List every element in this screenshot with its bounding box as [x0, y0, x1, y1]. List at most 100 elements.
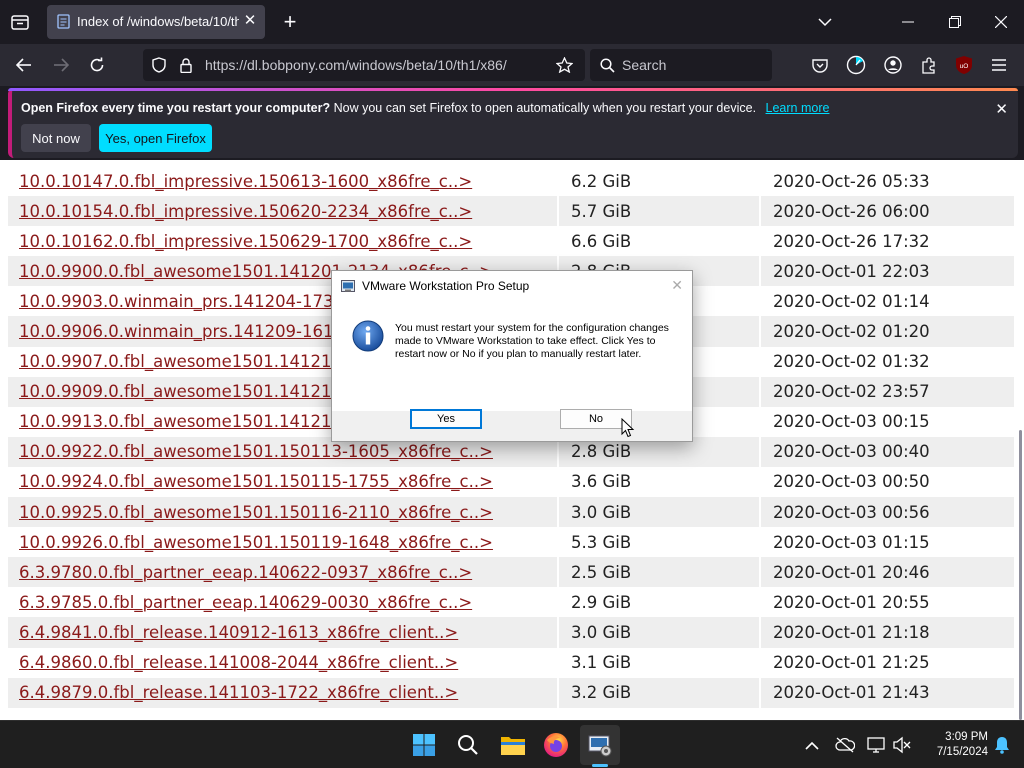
- volume-muted-icon[interactable]: [886, 729, 918, 761]
- cloud-offline-icon[interactable]: [829, 729, 861, 761]
- learn-more-link[interactable]: Learn more: [766, 101, 830, 115]
- system-clock[interactable]: 3:09 PM 7/15/2024: [918, 730, 988, 760]
- back-icon[interactable]: [13, 55, 35, 75]
- vmware-setup-icon: [341, 280, 355, 292]
- svg-text:uO: uO: [960, 63, 969, 70]
- file-link[interactable]: 10.0.10162.0.fbl_impressive.150629-1700_…: [19, 232, 472, 251]
- file-link[interactable]: 10.0.10154.0.fbl_impressive.150620-2234_…: [19, 202, 472, 221]
- search-placeholder: Search: [622, 57, 667, 73]
- shield-icon[interactable]: [151, 57, 167, 73]
- file-name-cell: 10.0.10147.0.fbl_impressive.150613-1600_…: [8, 166, 558, 196]
- file-date-cell: 2020-Oct-03 01:15: [759, 527, 1014, 558]
- table-row: 10.0.10162.0.fbl_impressive.150629-1700_…: [8, 226, 1014, 257]
- minimize-icon[interactable]: [898, 12, 918, 32]
- address-bar[interactable]: https://dl.bobpony.com/windows/beta/10/t…: [143, 49, 585, 81]
- file-name-cell: 10.0.10154.0.fbl_impressive.150620-2234_…: [8, 196, 558, 227]
- file-link[interactable]: 6.4.9879.0.fbl_release.141103-1722_x86fr…: [19, 683, 458, 702]
- reload-icon[interactable]: [86, 55, 108, 75]
- notification-title: Open Firefox every time you restart your…: [21, 101, 331, 115]
- file-size-cell: 2.5 GiB: [557, 557, 760, 588]
- bookmark-star-icon[interactable]: [555, 56, 573, 74]
- file-size-cell: 3.6 GiB: [557, 466, 760, 498]
- file-name-cell: 10.0.9926.0.fbl_awesome1501.150119-1648_…: [8, 527, 558, 557]
- not-now-button[interactable]: Not now: [21, 124, 91, 152]
- page-scrollbar[interactable]: [1019, 430, 1022, 720]
- file-size-cell: 5.3 GiB: [557, 527, 760, 558]
- extensions-icon[interactable]: [918, 54, 940, 76]
- table-row: 6.4.9860.0.fbl_release.141008-2044_x86fr…: [8, 647, 1014, 678]
- search-bar[interactable]: Search: [590, 49, 772, 81]
- new-tab-icon[interactable]: +: [279, 9, 301, 34]
- taskbar: 3:09 PM 7/15/2024: [0, 720, 1024, 768]
- file-date-cell: 2020-Oct-02 01:32: [759, 346, 1014, 377]
- dialog-body: You must restart your system for the con…: [332, 301, 692, 411]
- yes-button[interactable]: Yes: [410, 409, 482, 429]
- url-text[interactable]: https://dl.bobpony.com/windows/beta/10/t…: [205, 57, 507, 73]
- file-link[interactable]: 6.3.9785.0.fbl_partner_eeap.140629-0030_…: [19, 593, 472, 612]
- firefox-icon[interactable]: [540, 729, 572, 761]
- file-link[interactable]: 10.0.9922.0.fbl_awesome1501.150113-1605_…: [19, 442, 493, 461]
- file-link[interactable]: 10.0.9926.0.fbl_awesome1501.150119-1648_…: [19, 533, 493, 552]
- file-name-cell: 6.3.9785.0.fbl_partner_eeap.140629-0030_…: [8, 587, 558, 617]
- notification-bar: Open Firefox every time you restart your…: [8, 88, 1018, 158]
- yes-open-firefox-button[interactable]: Yes, open Firefox: [99, 124, 212, 152]
- file-date-cell: 2020-Oct-01 21:25: [759, 647, 1014, 678]
- table-row: 10.0.9925.0.fbl_awesome1501.150116-2110_…: [8, 497, 1014, 528]
- performance-icon[interactable]: [845, 54, 867, 76]
- file-size-cell: 5.7 GiB: [557, 196, 760, 227]
- search-icon[interactable]: [452, 729, 484, 761]
- file-size-cell: 2.9 GiB: [557, 587, 760, 618]
- screen: Index of /windows/beta/10/th1/x86/ ✕ +: [0, 0, 1024, 768]
- file-date-cell: 2020-Oct-01 22:03: [759, 256, 1014, 287]
- tab-title: Index of /windows/beta/10/th1/x86/: [77, 14, 239, 29]
- file-link[interactable]: 10.0.9924.0.fbl_awesome1501.150115-1755_…: [19, 472, 493, 491]
- ublock-origin-icon[interactable]: uO: [953, 54, 975, 76]
- vmware-setup-app-icon[interactable]: [584, 729, 616, 761]
- file-date-cell: 2020-Oct-03 00:15: [759, 406, 1014, 437]
- file-date-cell: 2020-Oct-03 00:50: [759, 466, 1014, 498]
- dialog-titlebar[interactable]: VMware Workstation Pro Setup ✕: [332, 271, 692, 301]
- file-date-cell: 2020-Oct-02 01:20: [759, 316, 1014, 347]
- file-link[interactable]: 6.4.9841.0.fbl_release.140912-1613_x86fr…: [19, 623, 458, 642]
- navigation-toolbar: https://dl.bobpony.com/windows/beta/10/t…: [0, 44, 1024, 86]
- file-size-cell: 6.6 GiB: [557, 226, 760, 257]
- file-name-cell: 6.4.9841.0.fbl_release.140912-1613_x86fr…: [8, 617, 558, 648]
- close-notification-icon[interactable]: ✕: [995, 100, 1008, 118]
- file-size-cell: 3.1 GiB: [557, 647, 760, 678]
- lock-icon[interactable]: [179, 57, 193, 73]
- file-date-cell: 2020-Oct-26 06:00: [759, 196, 1014, 227]
- notification-bell-icon[interactable]: [986, 729, 1018, 761]
- file-name-cell: 6.4.9879.0.fbl_release.141103-1722_x86fr…: [8, 677, 558, 708]
- list-all-tabs-icon[interactable]: [8, 11, 32, 33]
- close-tab-icon[interactable]: ✕: [241, 12, 259, 30]
- file-link[interactable]: 10.0.10147.0.fbl_impressive.150613-1600_…: [19, 172, 472, 191]
- start-windows-icon[interactable]: [408, 729, 440, 761]
- file-date-cell: 2020-Oct-01 20:46: [759, 557, 1014, 588]
- tab-active[interactable]: Index of /windows/beta/10/th1/x86/ ✕: [47, 5, 265, 39]
- close-window-icon[interactable]: [991, 12, 1011, 32]
- account-icon[interactable]: [882, 54, 904, 76]
- file-explorer-icon[interactable]: [497, 729, 529, 761]
- search-icon: [599, 57, 615, 73]
- table-row: 6.4.9841.0.fbl_release.140912-1613_x86fr…: [8, 617, 1014, 648]
- file-name-cell: 10.0.9924.0.fbl_awesome1501.150115-1755_…: [8, 467, 558, 497]
- chevron-down-icon[interactable]: [815, 12, 835, 32]
- table-row: 10.0.10154.0.fbl_impressive.150620-2234_…: [8, 196, 1014, 227]
- dialog-message: You must restart your system for the con…: [395, 322, 669, 360]
- file-date-cell: 2020-Oct-01 20:55: [759, 587, 1014, 618]
- dialog-close-icon[interactable]: ✕: [671, 277, 683, 294]
- file-link[interactable]: 10.0.9925.0.fbl_awesome1501.150116-2110_…: [19, 503, 493, 522]
- file-size-cell: 3.2 GiB: [557, 677, 760, 708]
- file-size-cell: 3.0 GiB: [557, 497, 760, 528]
- file-link[interactable]: 6.4.9860.0.fbl_release.141008-2044_x86fr…: [19, 653, 458, 672]
- menu-icon[interactable]: [989, 55, 1009, 75]
- forward-icon[interactable]: [50, 55, 72, 75]
- restore-icon[interactable]: [945, 12, 965, 32]
- notification-message: Open Firefox every time you restart your…: [21, 101, 829, 115]
- chevron-up-icon[interactable]: [796, 729, 828, 761]
- pocket-icon[interactable]: [810, 56, 830, 74]
- page-icon: [57, 14, 70, 29]
- table-row: 6.3.9785.0.fbl_partner_eeap.140629-0030_…: [8, 587, 1014, 618]
- file-link[interactable]: 6.3.9780.0.fbl_partner_eeap.140622-0937_…: [19, 563, 472, 582]
- file-date-cell: 2020-Oct-26 17:32: [759, 226, 1014, 257]
